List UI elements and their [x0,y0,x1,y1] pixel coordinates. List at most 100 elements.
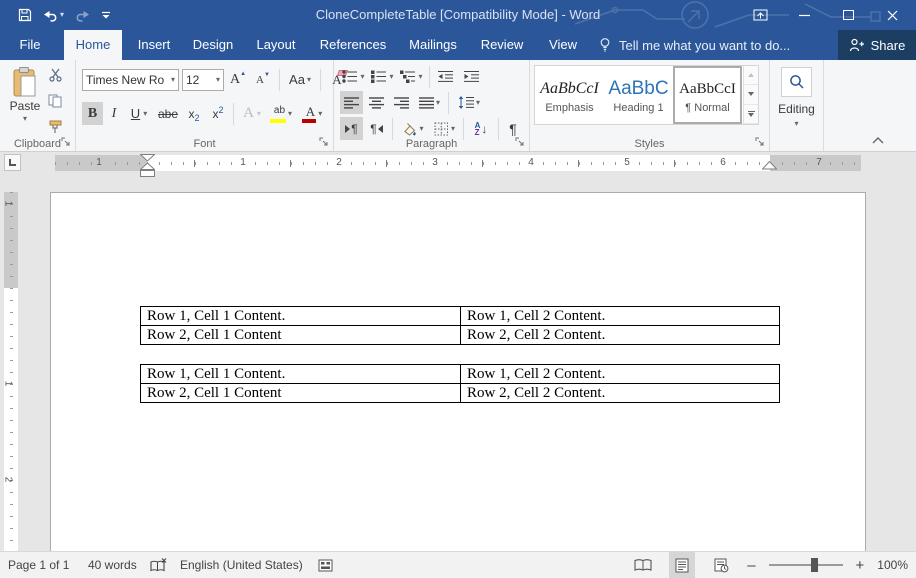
print-layout-button[interactable] [669,552,695,578]
table-row: Row 1, Cell 1 Content. Row 1, Cell 2 Con… [141,307,780,326]
horizontal-ruler[interactable]: 1 1 2 3 4 5 6 7 [52,155,864,171]
customize-qat-button[interactable] [101,10,111,20]
style-emphasis[interactable]: AaBbCcI Emphasis [535,66,604,124]
style-heading1[interactable]: AaBbC Heading 1 [604,66,673,124]
zoom-in-button[interactable]: + [856,558,865,573]
scroll-down-icon [748,92,754,96]
tab-review[interactable]: Review [474,30,530,60]
tab-home[interactable]: Home [64,30,122,60]
proofing-status-button[interactable] [150,552,167,578]
line-spacing-button[interactable]: ▾ [453,91,485,114]
font-name-combobox[interactable]: Times New Ro ▾ [82,69,179,91]
zoom-level[interactable]: 100% [877,558,908,572]
font-color-button[interactable]: A ▾ [300,102,328,125]
tab-mailings[interactable]: Mailings [400,30,466,60]
macro-recording-button[interactable] [318,552,333,578]
align-left-button[interactable] [340,91,363,114]
styles-scroll-down-button[interactable] [744,85,758,104]
styles-more-button[interactable] [744,105,758,124]
underline-button[interactable]: U ▾ [125,102,153,125]
zoom-slider-handle[interactable] [811,558,818,572]
left-indent-marker[interactable] [140,154,155,178]
table-cell[interactable]: Row 1, Cell 1 Content. [141,307,461,326]
vertical-ruler[interactable]: 1 1 2 [4,192,18,551]
shrink-font-button[interactable]: A ▼ [252,68,274,91]
multilevel-list-button[interactable]: ▾ [398,65,425,88]
strikethrough-button[interactable]: abe [155,102,181,125]
numbering-icon [371,70,387,83]
bullets-button[interactable]: ▾ [340,65,367,88]
change-case-button[interactable]: Aa ▾ [285,68,315,91]
table-cell[interactable]: Row 1, Cell 2 Content. [461,365,780,384]
table-cell[interactable]: Row 1, Cell 2 Content. [461,307,780,326]
shading-button[interactable]: ▾ [397,117,428,140]
web-layout-button[interactable] [708,552,734,578]
scroll-up-icon [748,73,754,77]
cut-button[interactable] [48,68,63,87]
maximize-button[interactable] [826,0,870,30]
table-cell[interactable]: Row 2, Cell 1 Content [141,384,461,403]
highlight-color-button[interactable]: ab ▾ [268,102,298,125]
paste-dropdown-icon[interactable]: ▾ [23,115,27,123]
font-dialog-launcher[interactable] [319,137,330,148]
editing-dropdown-icon[interactable]: ▾ [770,120,823,128]
word-count[interactable]: 40 words [88,552,137,578]
table-cell[interactable]: Row 2, Cell 2 Content. [461,326,780,345]
zoom-slider[interactable] [769,564,843,566]
tab-references[interactable]: References [314,30,392,60]
bold-button[interactable]: B [82,102,103,125]
font-size-combobox[interactable]: 12 ▾ [182,69,224,91]
tab-insert[interactable]: Insert [130,30,178,60]
align-right-button[interactable] [390,91,413,114]
tab-stop-selector[interactable] [4,154,21,171]
styles-scroll-up-button[interactable] [744,66,758,85]
decrease-indent-button[interactable] [434,65,458,88]
clipboard-dialog-launcher[interactable] [61,137,72,148]
italic-button[interactable]: I [105,102,123,125]
grow-font-button[interactable]: A ▲ [227,68,249,91]
minimize-button[interactable] [782,0,826,30]
undo-button[interactable]: ▾ [43,9,64,22]
share-button[interactable]: Share [838,30,916,60]
borders-button[interactable]: ▾ [430,117,459,140]
ruler-row: 1 1 2 3 4 5 6 7 [0,152,916,178]
zoom-out-button[interactable]: – [747,558,755,573]
tab-layout[interactable]: Layout [248,30,304,60]
document-page[interactable]: Row 1, Cell 1 Content. Row 1, Cell 2 Con… [50,192,866,551]
sort-button[interactable]: A Z ↓ [468,117,494,140]
tab-view[interactable]: View [540,30,586,60]
right-indent-marker[interactable] [762,161,777,170]
tell-me-label: Tell me what you want to do... [619,38,790,53]
close-button[interactable] [870,0,914,30]
align-center-button[interactable] [365,91,388,114]
editing-button[interactable] [781,67,812,97]
tab-file[interactable]: File [8,30,52,60]
status-bar: Page 1 of 1 40 words English (United Sta… [0,551,916,578]
tab-design[interactable]: Design [186,30,240,60]
justify-button[interactable]: ▾ [415,91,444,114]
ribbon-display-options-button[interactable] [738,0,782,30]
collapse-ribbon-button[interactable] [870,134,886,146]
rtl-text-direction-button[interactable]: ¶ [365,117,388,140]
numbering-button[interactable]: ▾ [369,65,396,88]
table-cell[interactable]: Row 1, Cell 1 Content. [141,365,461,384]
vruler-text-area [4,288,18,551]
subscript-button[interactable]: x 2 [183,102,205,125]
copy-button[interactable] [48,94,63,113]
undo-dropdown-icon[interactable]: ▾ [60,11,64,19]
table-cell[interactable]: Row 2, Cell 2 Content. [461,384,780,403]
table-cell[interactable]: Row 2, Cell 1 Content [141,326,461,345]
styles-dialog-launcher[interactable] [755,137,766,148]
paragraph-dialog-launcher[interactable] [515,137,526,148]
ltr-text-direction-button[interactable]: ¶ [340,117,363,140]
font-color-dropdown-icon: ▾ [318,110,322,118]
increase-indent-button[interactable] [460,65,484,88]
page-indicator[interactable]: Page 1 of 1 [8,552,69,578]
style-normal[interactable]: AaBbCcI ¶ Normal [673,66,742,124]
superscript-button[interactable]: x 2 [207,102,229,125]
language-indicator[interactable]: English (United States) [180,552,303,578]
read-mode-button[interactable] [630,552,656,578]
paste-button[interactable]: Paste ▾ [5,67,45,137]
tell-me-box[interactable]: Tell me what you want to do... [598,30,790,60]
save-button[interactable] [18,8,32,22]
